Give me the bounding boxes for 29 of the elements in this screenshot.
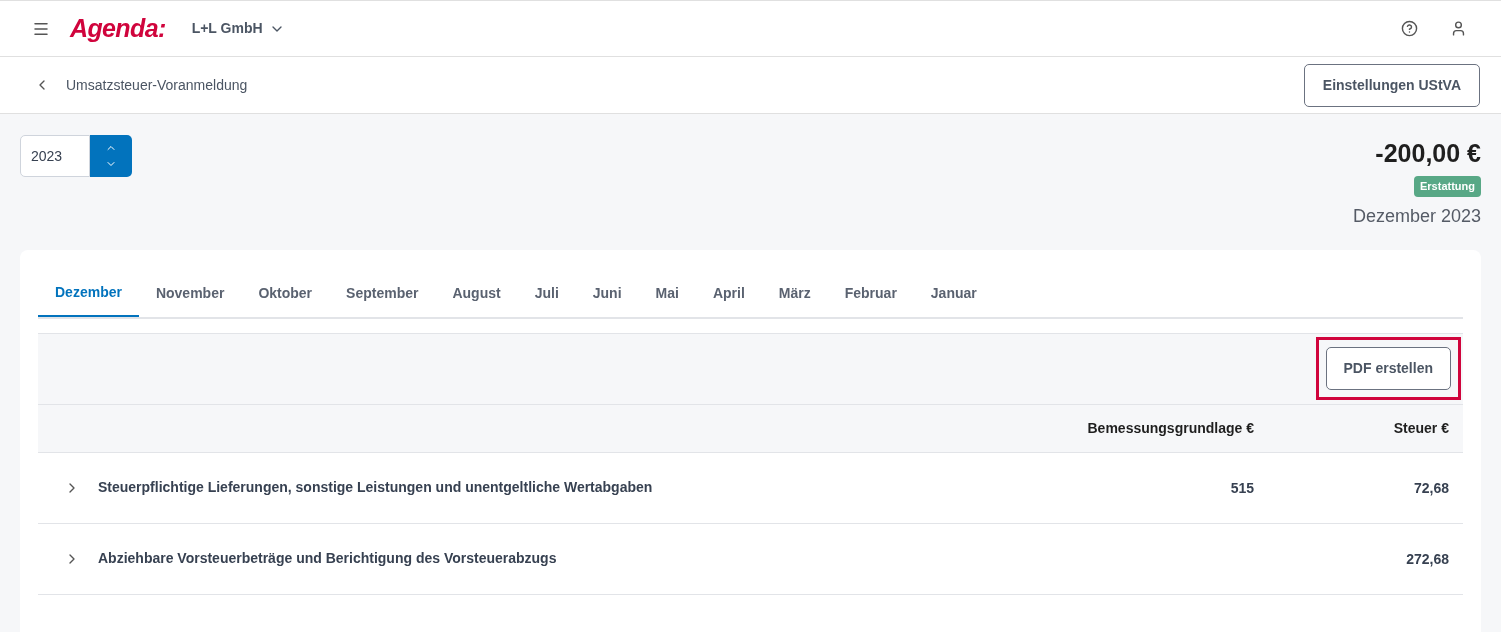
month-tab[interactable]: März (761, 269, 828, 317)
column-header: Steuer € (1392, 418, 1449, 438)
status-badge: Erstattung (1414, 176, 1481, 197)
month-tab[interactable]: August (435, 269, 518, 317)
row-label: Abziehbare Vorsteuerbeträge und Berichtigung des Vorsteuerabzugs (98, 549, 557, 568)
month-tab[interactable]: September (329, 269, 436, 317)
company-selector[interactable]: L+L GmbH (191, 18, 285, 39)
page-title: Umsatzsteuer-Voranmeldung (66, 75, 248, 95)
month-tab[interactable]: April (695, 269, 762, 317)
month-tab[interactable]: Mai (638, 269, 696, 317)
table-cell: 515 (1230, 479, 1254, 496)
settings-button[interactable]: Einstellungen UStVA (1303, 63, 1480, 107)
table-cell: 272,68 (1406, 550, 1449, 567)
month-tab[interactable]: Oktober (241, 269, 330, 317)
period-label: Dezember 2023 (1352, 204, 1481, 228)
user-icon[interactable] (1450, 20, 1467, 37)
help-icon[interactable] (1401, 20, 1418, 37)
month-tab[interactable]: Februar (827, 269, 914, 317)
row-label: Steuerpflichtige Lieferungen, sonstige Leistungen und unentgeltliche Wertabgaben (98, 478, 653, 497)
month-tab[interactable]: Juni (575, 269, 639, 317)
pdf-button[interactable]: PDF erstellen (1325, 347, 1451, 390)
table-cell: 72,68 (1413, 479, 1449, 496)
column-header: Bemessungsgrundlage € (1086, 418, 1254, 438)
month-tab[interactable]: November (138, 269, 242, 317)
month-tab[interactable]: Juli (517, 269, 576, 317)
total-amount: -200,00 € (1375, 138, 1481, 169)
month-tab[interactable]: Dezember (38, 269, 139, 317)
month-tab[interactable]: Januar (913, 269, 994, 317)
logo: Agenda: (70, 12, 166, 44)
